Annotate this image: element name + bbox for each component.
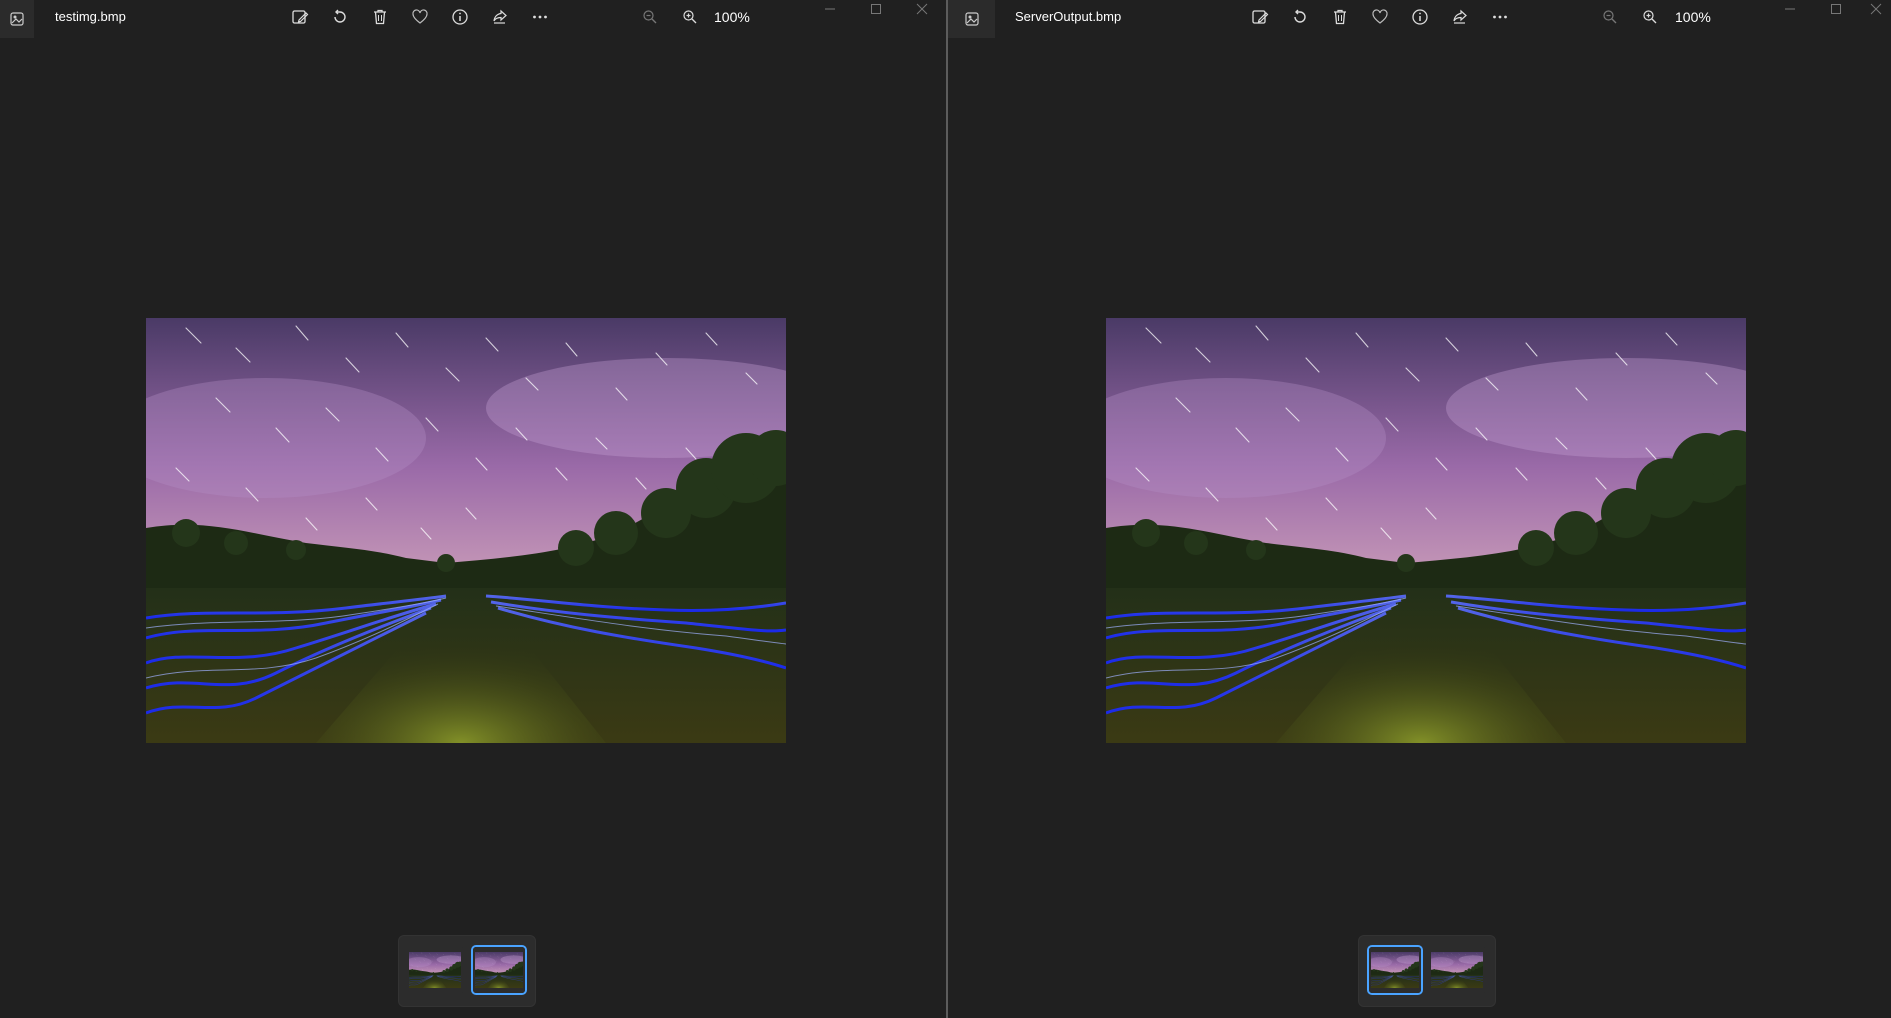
zoom-in-icon[interactable] <box>1638 5 1662 29</box>
edit-image-icon[interactable] <box>288 5 312 29</box>
zoom-out-icon[interactable] <box>1598 5 1622 29</box>
thumbnail-2[interactable] <box>1429 945 1485 995</box>
thumbnail-1-selected[interactable] <box>1367 945 1423 995</box>
info-icon[interactable] <box>1408 5 1432 29</box>
share-icon[interactable] <box>1448 5 1472 29</box>
rotate-icon[interactable] <box>1288 5 1312 29</box>
filmstrip <box>1358 935 1496 1007</box>
maximize-icon[interactable] <box>861 1 891 17</box>
title-bar: testimg.bmp 100% <box>0 0 946 38</box>
info-icon[interactable] <box>448 5 472 29</box>
zoom-level[interactable]: 100% <box>1675 9 1711 25</box>
maximize-icon[interactable] <box>1821 1 1851 17</box>
photos-app-icon <box>0 0 34 38</box>
photos-window-right: ServerOutput.bmp 100% <box>948 0 1891 1018</box>
favorite-icon[interactable] <box>408 5 432 29</box>
main-photo <box>146 318 786 743</box>
thumbnail-2-selected[interactable] <box>471 945 527 995</box>
delete-icon[interactable] <box>1328 5 1352 29</box>
main-photo <box>1106 318 1746 743</box>
close-icon[interactable] <box>1861 1 1891 17</box>
photos-window-left: testimg.bmp 100% <box>0 0 946 1018</box>
more-icon[interactable] <box>528 5 552 29</box>
close-icon[interactable] <box>907 1 937 17</box>
file-name: testimg.bmp <box>55 9 126 24</box>
zoom-out-icon[interactable] <box>638 5 662 29</box>
more-icon[interactable] <box>1488 5 1512 29</box>
favorite-icon[interactable] <box>1368 5 1392 29</box>
zoom-level[interactable]: 100% <box>714 9 750 25</box>
filmstrip <box>398 935 536 1007</box>
photos-app-icon <box>948 0 995 38</box>
delete-icon[interactable] <box>368 5 392 29</box>
edit-image-icon[interactable] <box>1248 5 1272 29</box>
share-icon[interactable] <box>488 5 512 29</box>
rotate-icon[interactable] <box>328 5 352 29</box>
thumbnail-1[interactable] <box>407 945 463 995</box>
file-name: ServerOutput.bmp <box>1015 9 1122 24</box>
minimize-icon[interactable] <box>1775 1 1805 17</box>
minimize-icon[interactable] <box>815 1 845 17</box>
title-bar: ServerOutput.bmp 100% <box>948 0 1891 38</box>
zoom-in-icon[interactable] <box>678 5 702 29</box>
